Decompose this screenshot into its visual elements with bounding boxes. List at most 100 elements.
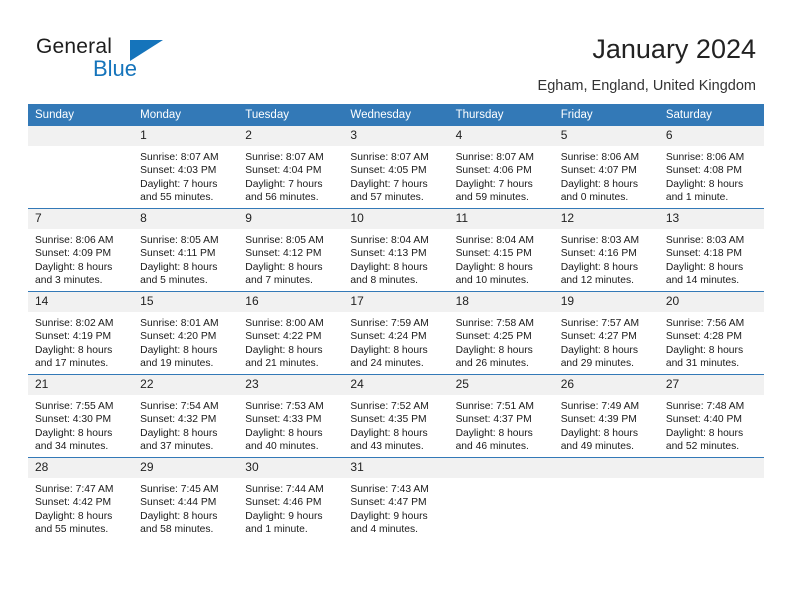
day-sun-info: Sunrise: 7:44 AM Sunset: 4:46 PM Daylight:… (238, 478, 343, 537)
daylight-duration-line1: Daylight: 8 hours (350, 427, 428, 439)
day-number: 20 (658, 292, 764, 312)
calendar-day-cell[interactable]: 7 Sunrise: 8:06 AM Sunset: 4:09 PM Daylight… (28, 208, 134, 292)
calendar-day-cell[interactable]: 3 Sunrise: 8:07 AM Sunset: 4:05 PM Daylight… (343, 126, 449, 209)
daylight-duration-line2: and 29 minutes. (560, 358, 634, 370)
sunset-time: Sunset: 4:11 PM (140, 248, 216, 260)
sunrise-time: Sunrise: 8:06 AM (560, 152, 640, 163)
daylight-duration-line2: and 1 minute. (665, 192, 729, 204)
sunset-time: Sunset: 4:15 PM (455, 248, 532, 260)
calendar-week-row: 1 Sunrise: 8:07 AM Sunset: 4:03 PM Daylight… (28, 126, 764, 209)
daylight-duration-line2: and 56 minutes. (245, 192, 319, 204)
calendar-day-cell[interactable]: 13 Sunrise: 8:03 AM Sunset: 4:18 PM Dayligh… (658, 208, 764, 292)
calendar-day-cell[interactable]: 11 Sunrise: 8:04 AM Sunset: 4:15 PM Dayligh… (448, 208, 554, 292)
calendar-day-cell[interactable]: 26 Sunrise: 7:49 AM Sunset: 4:39 PM Dayligh… (553, 374, 659, 458)
calendar-day-cell[interactable]: 12 Sunrise: 8:03 AM Sunset: 4:16 PM Dayligh… (553, 208, 659, 292)
sunrise-time: Sunrise: 7:51 AM (455, 401, 534, 412)
daylight-duration-line1: Daylight: 8 hours (35, 510, 113, 522)
calendar-week-row: 14 Sunrise: 8:02 AM Sunset: 4:19 PM Dayligh… (28, 291, 764, 375)
calendar-day-cell[interactable]: 23 Sunrise: 7:53 AM Sunset: 4:33 PM Dayligh… (238, 374, 344, 458)
sunset-time: Sunset: 4:27 PM (560, 331, 637, 343)
day-sun-info: Sunrise: 8:07 AM Sunset: 4:06 PM Daylight:… (449, 146, 554, 205)
calendar-day-cell-empty (658, 457, 764, 540)
sunset-time: Sunset: 4:09 PM (35, 248, 112, 260)
daylight-duration-line2: and 14 minutes. (665, 275, 740, 287)
sunrise-time: Sunrise: 7:49 AM (560, 401, 640, 412)
calendar-day-cell[interactable]: 28 Sunrise: 7:47 AM Sunset: 4:42 PM Dayligh… (28, 457, 134, 540)
day-sun-info: Sunrise: 8:04 AM Sunset: 4:15 PM Daylight:… (449, 229, 554, 288)
page-subtitle-location: Egham, England, United Kingdom (537, 78, 756, 94)
sunrise-sunset-calendar-table: Sunday Monday Tuesday Wednesday Thursday… (28, 104, 764, 540)
daylight-duration-line1: Daylight: 8 hours (455, 427, 533, 439)
daylight-duration-line2: and 19 minutes. (140, 358, 214, 370)
calendar-day-cell[interactable]: 16 Sunrise: 8:00 AM Sunset: 4:22 PM Dayligh… (238, 291, 344, 375)
daylight-duration-line1: Daylight: 7 hours (245, 178, 323, 190)
day-number: 22 (133, 375, 239, 395)
day-sun-info: Sunrise: 7:54 AM Sunset: 4:32 PM Daylight:… (133, 395, 238, 454)
day-sun-info: Sunrise: 8:05 AM Sunset: 4:11 PM Daylight:… (133, 229, 238, 288)
sunset-time: Sunset: 4:12 PM (245, 248, 322, 260)
daylight-duration-line1: Daylight: 8 hours (35, 344, 113, 356)
calendar-day-cell[interactable]: 27 Sunrise: 7:48 AM Sunset: 4:40 PM Dayligh… (658, 374, 764, 458)
general-blue-logo[interactable]: General Blue (36, 35, 236, 87)
sunrise-time: Sunrise: 7:45 AM (140, 484, 219, 495)
day-number: 5 (553, 126, 659, 146)
day-number (448, 458, 554, 478)
calendar-day-cell[interactable]: 31 Sunrise: 7:43 AM Sunset: 4:47 PM Dayligh… (343, 457, 449, 540)
sunrise-time: Sunrise: 7:53 AM (245, 401, 324, 412)
day-number: 18 (448, 292, 554, 312)
logo-text-blue: Blue (93, 56, 138, 81)
daylight-duration-line2: and 59 minutes. (455, 192, 529, 204)
calendar-day-cell[interactable]: 21 Sunrise: 7:55 AM Sunset: 4:30 PM Dayligh… (28, 374, 134, 458)
sunrise-time: Sunrise: 8:05 AM (140, 235, 219, 246)
sunrise-time: Sunrise: 7:54 AM (140, 401, 219, 412)
calendar-day-cell[interactable]: 10 Sunrise: 8:04 AM Sunset: 4:13 PM Dayligh… (343, 208, 449, 292)
sunset-time: Sunset: 4:42 PM (35, 497, 112, 509)
sunset-time: Sunset: 4:24 PM (350, 331, 427, 343)
calendar-day-cell[interactable]: 14 Sunrise: 8:02 AM Sunset: 4:19 PM Dayligh… (28, 291, 134, 375)
day-number: 3 (343, 126, 449, 146)
sunset-time: Sunset: 4:37 PM (455, 414, 532, 426)
sunset-time: Sunset: 4:30 PM (35, 414, 112, 426)
calendar-week-row: 21 Sunrise: 7:55 AM Sunset: 4:30 PM Dayligh… (28, 374, 764, 458)
calendar-day-cell[interactable]: 6 Sunrise: 8:06 AM Sunset: 4:08 PM Daylight… (658, 126, 764, 209)
sunset-time: Sunset: 4:13 PM (350, 248, 427, 260)
calendar-day-cell[interactable]: 25 Sunrise: 7:51 AM Sunset: 4:37 PM Dayligh… (448, 374, 554, 458)
calendar-day-cell[interactable]: 5 Sunrise: 8:06 AM Sunset: 4:07 PM Daylight… (553, 126, 659, 209)
day-sun-info: Sunrise: 7:55 AM Sunset: 4:30 PM Daylight:… (28, 395, 133, 454)
calendar-day-cell[interactable]: 30 Sunrise: 7:44 AM Sunset: 4:46 PM Dayligh… (238, 457, 344, 540)
calendar-day-cell[interactable]: 9 Sunrise: 8:05 AM Sunset: 4:12 PM Daylight… (238, 208, 344, 292)
day-number: 10 (343, 209, 449, 229)
daylight-duration-line1: Daylight: 8 hours (140, 427, 218, 439)
calendar-day-cell[interactable]: 17 Sunrise: 7:59 AM Sunset: 4:24 PM Dayligh… (343, 291, 449, 375)
day-number: 14 (28, 292, 134, 312)
calendar-day-cell[interactable]: 29 Sunrise: 7:45 AM Sunset: 4:44 PM Dayligh… (133, 457, 239, 540)
daylight-duration-line1: Daylight: 8 hours (245, 344, 323, 356)
day-sun-info: Sunrise: 7:45 AM Sunset: 4:44 PM Daylight:… (133, 478, 238, 537)
calendar-day-cell[interactable]: 4 Sunrise: 8:07 AM Sunset: 4:06 PM Daylight… (448, 126, 554, 209)
calendar-day-cell[interactable]: 15 Sunrise: 8:01 AM Sunset: 4:20 PM Dayligh… (133, 291, 239, 375)
calendar-day-cell[interactable]: 2 Sunrise: 8:07 AM Sunset: 4:04 PM Daylight… (238, 126, 344, 209)
day-number: 28 (28, 458, 134, 478)
daylight-duration-line2: and 1 minute. (245, 524, 308, 536)
calendar-header-row: Sunday Monday Tuesday Wednesday Thursday… (28, 104, 764, 126)
daylight-duration-line2: and 26 minutes. (455, 358, 529, 370)
sunrise-time: Sunrise: 8:05 AM (245, 235, 324, 246)
calendar-day-cell[interactable]: 24 Sunrise: 7:52 AM Sunset: 4:35 PM Dayligh… (343, 374, 449, 458)
sunset-time: Sunset: 4:39 PM (560, 414, 637, 426)
day-number (553, 458, 659, 478)
calendar-day-cell[interactable]: 22 Sunrise: 7:54 AM Sunset: 4:32 PM Dayligh… (133, 374, 239, 458)
page-title: January 2024 (592, 34, 756, 64)
daylight-duration-line2: and 12 minutes. (560, 275, 634, 287)
calendar-day-cell[interactable]: 8 Sunrise: 8:05 AM Sunset: 4:11 PM Daylight… (133, 208, 239, 292)
daylight-duration-line1: Daylight: 8 hours (560, 178, 638, 190)
sunset-time: Sunset: 4:18 PM (665, 248, 742, 260)
day-sun-info: Sunrise: 8:05 AM Sunset: 4:12 PM Daylight:… (238, 229, 343, 288)
day-sun-info: Sunrise: 7:48 AM Sunset: 4:40 PM Daylight:… (659, 395, 764, 454)
day-number: 25 (448, 375, 554, 395)
calendar-day-cell[interactable]: 19 Sunrise: 7:57 AM Sunset: 4:27 PM Dayligh… (553, 291, 659, 375)
calendar-day-cell[interactable]: 1 Sunrise: 8:07 AM Sunset: 4:03 PM Daylight… (133, 126, 239, 209)
weekday-header-wednesday: Wednesday (343, 104, 449, 126)
day-sun-info: Sunrise: 7:51 AM Sunset: 4:37 PM Daylight:… (449, 395, 554, 454)
calendar-day-cell[interactable]: 18 Sunrise: 7:58 AM Sunset: 4:25 PM Dayligh… (448, 291, 554, 375)
calendar-day-cell[interactable]: 20 Sunrise: 7:56 AM Sunset: 4:28 PM Dayligh… (658, 291, 764, 375)
